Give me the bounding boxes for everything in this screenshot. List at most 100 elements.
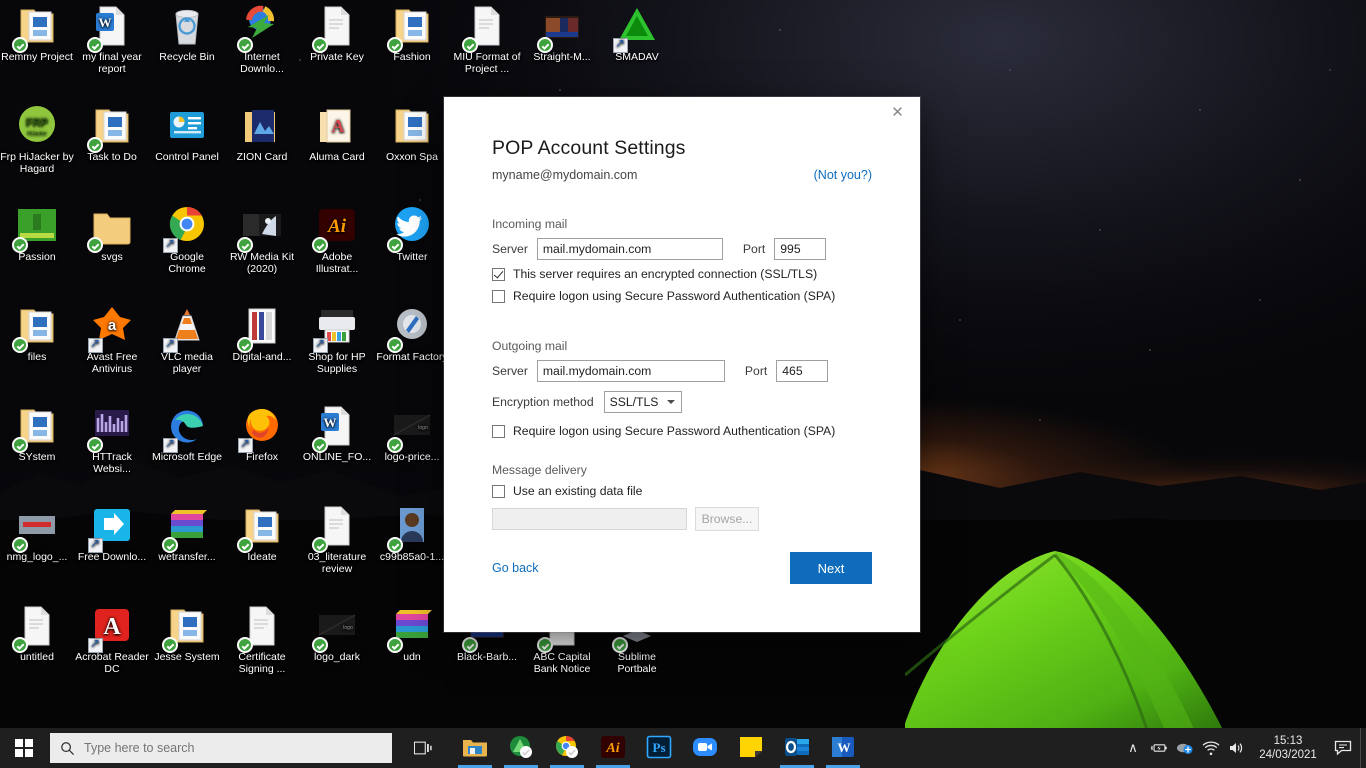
taskbar-file-explorer-icon[interactable] [452, 728, 498, 768]
browse-button[interactable]: Browse... [695, 507, 759, 531]
taskbar-smadav-icon[interactable] [498, 728, 544, 768]
outgoing-spa-checkbox[interactable] [492, 425, 505, 438]
next-button[interactable]: Next [790, 552, 872, 584]
safely-remove-hardware-icon[interactable] [1172, 728, 1198, 768]
incoming-ssl-checkbox[interactable] [492, 268, 505, 281]
incoming-spa-checkbox[interactable] [492, 290, 505, 303]
desktop-icon[interactable]: Wmy final year report [75, 4, 149, 75]
desktop-icon[interactable]: SYstem [0, 404, 74, 463]
pop-account-settings-dialog[interactable]: ✕ POP Account Settings myname@mydomain.c… [444, 97, 920, 632]
clock[interactable]: 15:13 24/03/2021 [1250, 734, 1326, 762]
desktop-icon[interactable]: Digital-and... [225, 304, 299, 363]
desktop-icon[interactable]: Certificate Signing ... [225, 604, 299, 675]
desktop-icon[interactable]: Oxxon Spa [375, 104, 449, 163]
desktop-icon[interactable]: nmg_logo_... [0, 504, 74, 563]
desktop-icon[interactable]: files [0, 304, 74, 363]
desktop-icon[interactable]: Ai Adobe Illustrat... [300, 204, 374, 275]
desktop-icon[interactable]: Ideate [225, 504, 299, 563]
desktop-icon[interactable]: Shop for HP Supplies [300, 304, 374, 375]
taskbar-pinned-apps[interactable]: Ai Ps W [452, 728, 866, 768]
desktop-icon[interactable]: logo logo-price... [375, 404, 449, 463]
taskbar-illustrator-icon[interactable]: Ai [590, 728, 636, 768]
taskbar-zoom-icon[interactable] [682, 728, 728, 768]
desktop-icon[interactable]: A Acrobat Reader DC [75, 604, 149, 675]
desktop-icon[interactable]: VLC media player [150, 304, 224, 375]
incoming-spa-checkbox-row[interactable]: Require logon using Secure Password Auth… [492, 289, 872, 304]
desktop-icon[interactable]: wetransfer... [150, 504, 224, 563]
incoming-ssl-checkbox-row[interactable]: This server requires an encrypted connec… [492, 267, 872, 282]
desktop-icon[interactable]: Free Downlo... [75, 504, 149, 563]
desktop-icon[interactable]: MIU Format of Project ... [450, 4, 524, 75]
desktop-icon[interactable]: Straight-M... [525, 4, 599, 63]
volume-icon[interactable] [1224, 728, 1250, 768]
desktop-icon[interactable]: Jesse System [150, 604, 224, 663]
desktop-icon[interactable]: Internet Downlo... [225, 4, 299, 75]
desktop-icon[interactable]: c99b85a0-1... [375, 504, 449, 563]
desktop-icon[interactable]: Control Panel [150, 104, 224, 163]
desktop-icon[interactable]: a Avast Free Antivirus [75, 304, 149, 375]
desktop-icon[interactable]: FRP HiJacker Frp HiJacker by Hagard [0, 104, 74, 175]
desktop-icon[interactable]: svgs [75, 204, 149, 263]
desktop-icon[interactable]: Remmy Project [0, 4, 74, 63]
desktop[interactable]: Remmy Project Wmy final year report Recycl… [0, 0, 1366, 768]
desktop-icon[interactable]: Format Factory [375, 304, 449, 363]
desktop-icon[interactable]: A Aluma Card [300, 104, 374, 163]
desktop-icon[interactable]: Google Chrome [150, 204, 224, 275]
desktop-icon-label: ONLINE_FO... [302, 451, 372, 463]
wifi-icon[interactable] [1198, 728, 1224, 768]
sync-check-badge-icon [387, 237, 403, 253]
taskbar-photoshop-icon[interactable]: Ps [636, 728, 682, 768]
taskbar-sticky-notes-icon[interactable] [728, 728, 774, 768]
start-button[interactable] [0, 728, 48, 768]
desktop-icon[interactable]: Recycle Bin [150, 4, 224, 63]
search-box[interactable] [50, 733, 392, 763]
taskbar-word-icon[interactable]: W [820, 728, 866, 768]
go-back-link[interactable]: Go back [492, 561, 539, 575]
desktop-icon[interactable]: HTTrack Websi... [75, 404, 149, 475]
desktop-icon-label: VLC media player [161, 351, 213, 375]
outgoing-server-input[interactable] [536, 360, 725, 382]
incoming-port-input[interactable] [774, 238, 827, 260]
desktop-icon[interactable]: ZION Card [225, 104, 299, 163]
vlc-icon [163, 309, 209, 353]
taskbar-outlook-icon[interactable] [774, 728, 820, 768]
desktop-icon-label: Private Key [310, 51, 364, 63]
data-file-path-input[interactable] [492, 508, 687, 530]
desktop-icon[interactable]: W ONLINE_FO... [300, 404, 374, 463]
desktop-icon[interactable]: Twitter [375, 204, 449, 263]
use-existing-data-file-checkbox[interactable] [492, 485, 505, 498]
action-center-icon[interactable] [1326, 728, 1360, 768]
outgoing-spa-checkbox-row[interactable]: Require logon using Secure Password Auth… [492, 424, 872, 439]
encryption-method-select-wrap[interactable]: NoneSSL/TLSSTARTTLSAuto [603, 391, 682, 413]
system-tray[interactable]: ∧ 15:13 24/03/2021 [1120, 728, 1366, 768]
desktop-icon[interactable]: logo logo_dark [300, 604, 374, 663]
desktop-icon-label: svgs [101, 251, 123, 263]
show-hidden-icons-icon[interactable]: ∧ [1120, 728, 1146, 768]
desktop-icon-label: wetransfer... [158, 551, 216, 563]
show-desktop-button[interactable] [1360, 728, 1366, 768]
battery-charging-icon[interactable] [1146, 728, 1172, 768]
not-you-link[interactable]: (Not you?) [814, 168, 872, 182]
use-existing-data-file-row[interactable]: Use an existing data file [492, 484, 872, 499]
incoming-server-input[interactable] [536, 238, 723, 260]
desktop-icon[interactable]: SMADAV [600, 4, 674, 63]
search-input[interactable] [84, 741, 364, 755]
taskbar-chrome-icon[interactable] [544, 728, 590, 768]
encryption-method-select[interactable]: NoneSSL/TLSSTARTTLSAuto [603, 391, 682, 413]
desktop-icon[interactable]: Microsoft Edge [150, 404, 224, 463]
task-view-icon[interactable] [400, 728, 446, 768]
desktop-icon[interactable]: Passion [0, 204, 74, 263]
desktop-icon[interactable]: untitled [0, 604, 74, 663]
close-icon[interactable]: ✕ [875, 97, 920, 129]
desktop-icon[interactable]: RW Media Kit (2020) [225, 204, 299, 275]
desktop-icon[interactable]: 03_literature review [300, 504, 374, 575]
desktop-icon[interactable]: Firefox [225, 404, 299, 463]
taskbar[interactable]: Ai Ps [0, 728, 1366, 768]
desktop-icon-label: c99b85a0-1... [379, 551, 445, 563]
desktop-icon[interactable]: Private Key [300, 4, 374, 63]
desktop-icon[interactable]: Task to Do [75, 104, 149, 163]
outgoing-port-input[interactable] [776, 360, 829, 382]
desktop-icon[interactable]: udn [375, 604, 449, 663]
winrar-icon [387, 610, 434, 653]
desktop-icon[interactable]: Fashion [375, 4, 449, 63]
